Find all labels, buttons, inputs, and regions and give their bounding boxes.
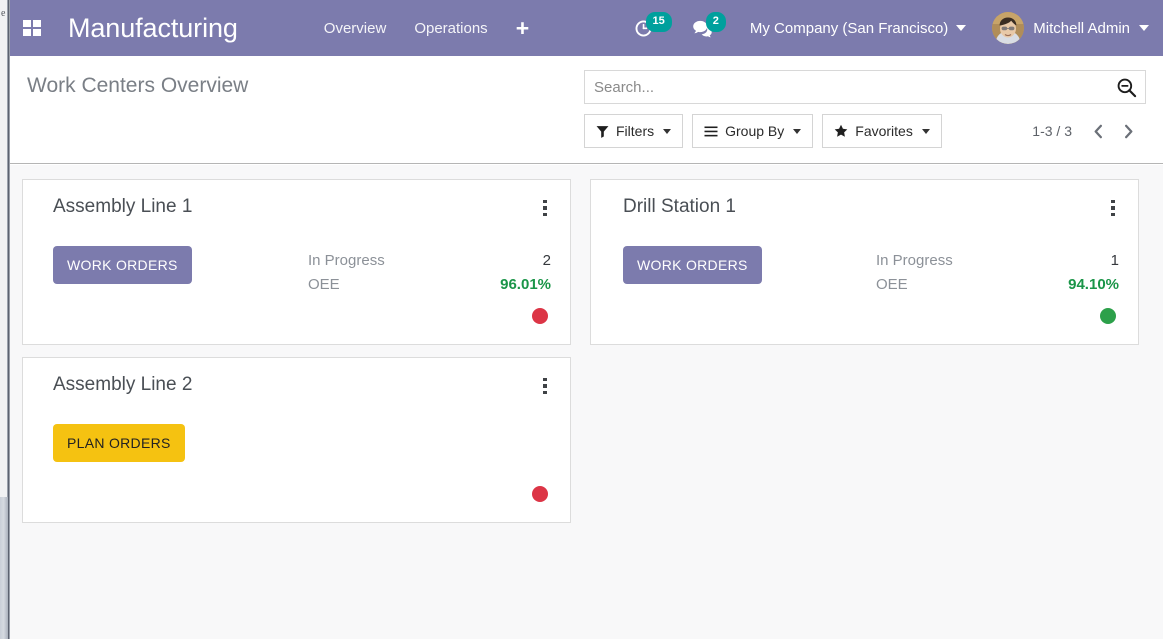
nav-item-overview[interactable]: Overview xyxy=(310,14,401,43)
page-title: Work Centers Overview xyxy=(27,74,249,97)
navbar-system-tray: 15 2 My Company (San Francisco) Mitchell… xyxy=(624,0,1163,56)
app-brand-title[interactable]: Manufacturing xyxy=(68,13,238,44)
stat-value: 2 xyxy=(542,251,551,269)
nav-item-operations[interactable]: Operations xyxy=(400,14,501,43)
search-input[interactable] xyxy=(585,78,1107,96)
favorites-dropdown-button[interactable]: Favorites xyxy=(822,114,942,148)
work-center-card[interactable]: Drill Station 1 WORK ORDERS In Progress … xyxy=(590,179,1139,345)
search-bar[interactable] xyxy=(584,70,1146,104)
stat-oee: OEE 94.10% xyxy=(876,273,1119,297)
work-orders-button[interactable]: WORK ORDERS xyxy=(53,245,192,284)
stat-label: OEE xyxy=(308,275,340,293)
group-by-dropdown-button[interactable]: Group By xyxy=(692,114,814,148)
nav-new-button[interactable]: + xyxy=(502,13,543,44)
work-center-card-body: WORK ORDERS In Progress 2 OEE 96.01% xyxy=(53,245,551,297)
work-center-card[interactable]: Assembly Line 2 PLAN ORDERS xyxy=(22,357,571,523)
outer-page-scrollbar[interactable] xyxy=(0,0,9,639)
edge-ghost-text: e xyxy=(1,8,6,19)
activities-menu-button[interactable]: 15 xyxy=(624,0,682,56)
messages-menu-button[interactable]: 2 xyxy=(682,0,736,56)
work-center-name: Drill Station 1 xyxy=(623,196,736,217)
chevron-left-icon xyxy=(1094,124,1102,138)
group-by-label: Group By xyxy=(725,123,785,139)
activities-count-badge: 15 xyxy=(645,11,672,32)
apps-grid-icon xyxy=(23,20,41,36)
star-icon xyxy=(834,124,848,137)
kanban-columns: Assembly Line 1 WORK ORDERS In Progress … xyxy=(22,179,1151,523)
stat-value: 1 xyxy=(1110,251,1119,269)
work-center-name: Assembly Line 2 xyxy=(53,374,193,395)
work-orders-button[interactable]: WORK ORDERS xyxy=(623,245,762,284)
apps-menu-button[interactable] xyxy=(10,0,54,56)
status-badge xyxy=(532,308,548,324)
chevron-down-icon xyxy=(793,128,802,134)
company-switcher-button[interactable]: My Company (San Francisco) xyxy=(736,20,976,37)
filter-toolbar: Filters Group By Favorites 1-3 / 3 xyxy=(584,112,1146,150)
chevron-right-icon xyxy=(1124,124,1132,138)
avatar xyxy=(992,12,1025,44)
funnel-icon xyxy=(596,125,609,138)
work-centers-kanban-board: Assembly Line 1 WORK ORDERS In Progress … xyxy=(10,165,1163,639)
chevron-down-icon xyxy=(1139,25,1149,31)
stat-value: 94.10% xyxy=(1068,275,1119,293)
navbar-menu: Overview Operations + xyxy=(310,13,543,44)
work-center-card-body: WORK ORDERS In Progress 1 OEE 94.10% xyxy=(623,245,1119,297)
outer-page-scrollbar-thumb[interactable] xyxy=(0,0,8,497)
favorites-label: Favorites xyxy=(855,123,913,139)
work-center-card-body: PLAN ORDERS xyxy=(53,423,551,462)
search-icon xyxy=(1117,78,1136,97)
chevron-down-icon xyxy=(956,25,967,31)
status-badge xyxy=(532,486,548,502)
user-name-label: Mitchell Admin xyxy=(1033,19,1130,37)
viewport-left-border xyxy=(9,0,10,639)
status-badge xyxy=(1100,308,1116,324)
work-center-stats: In Progress 2 OEE 96.01% xyxy=(308,246,551,297)
work-center-stats: In Progress 1 OEE 94.10% xyxy=(876,246,1119,297)
work-center-name: Assembly Line 1 xyxy=(53,196,193,217)
plan-orders-button[interactable]: PLAN ORDERS xyxy=(53,423,185,462)
kanban-column-left: Assembly Line 1 WORK ORDERS In Progress … xyxy=(22,179,571,523)
stat-value: 96.01% xyxy=(500,275,551,293)
messages-count-badge: 2 xyxy=(705,11,726,32)
pager-count-label: 1-3 / 3 xyxy=(1032,123,1072,139)
stat-in-progress: In Progress 2 xyxy=(308,249,551,273)
stat-label: OEE xyxy=(876,275,908,293)
stat-in-progress: In Progress 1 xyxy=(876,249,1119,273)
kebab-menu-icon[interactable] xyxy=(1103,197,1123,219)
work-center-card[interactable]: Assembly Line 1 WORK ORDERS In Progress … xyxy=(22,179,571,345)
filters-dropdown-button[interactable]: Filters xyxy=(584,114,684,148)
bars-icon xyxy=(704,125,718,136)
kebab-menu-icon[interactable] xyxy=(535,197,555,219)
application-root: e Manufacturing Overview Operations + 15 xyxy=(0,0,1163,639)
stat-label: In Progress xyxy=(876,251,953,269)
stat-label: In Progress xyxy=(308,251,385,269)
kanban-column-right: Drill Station 1 WORK ORDERS In Progress … xyxy=(590,179,1139,345)
user-menu-button[interactable]: Mitchell Admin xyxy=(976,12,1149,44)
control-panel: Work Centers Overview Filters xyxy=(10,56,1163,164)
chevron-down-icon xyxy=(663,128,672,134)
pager-previous-button[interactable] xyxy=(1084,116,1112,146)
kebab-menu-icon[interactable] xyxy=(535,375,555,397)
company-name-label: My Company (San Francisco) xyxy=(749,19,949,37)
search-button[interactable] xyxy=(1107,71,1145,103)
top-navbar: Manufacturing Overview Operations + 15 2… xyxy=(10,0,1163,56)
chevron-down-icon xyxy=(921,128,930,134)
pager-next-button[interactable] xyxy=(1114,116,1142,146)
filters-label: Filters xyxy=(616,123,655,139)
stat-oee: OEE 96.01% xyxy=(308,273,551,297)
pager: 1-3 / 3 xyxy=(1032,116,1146,146)
